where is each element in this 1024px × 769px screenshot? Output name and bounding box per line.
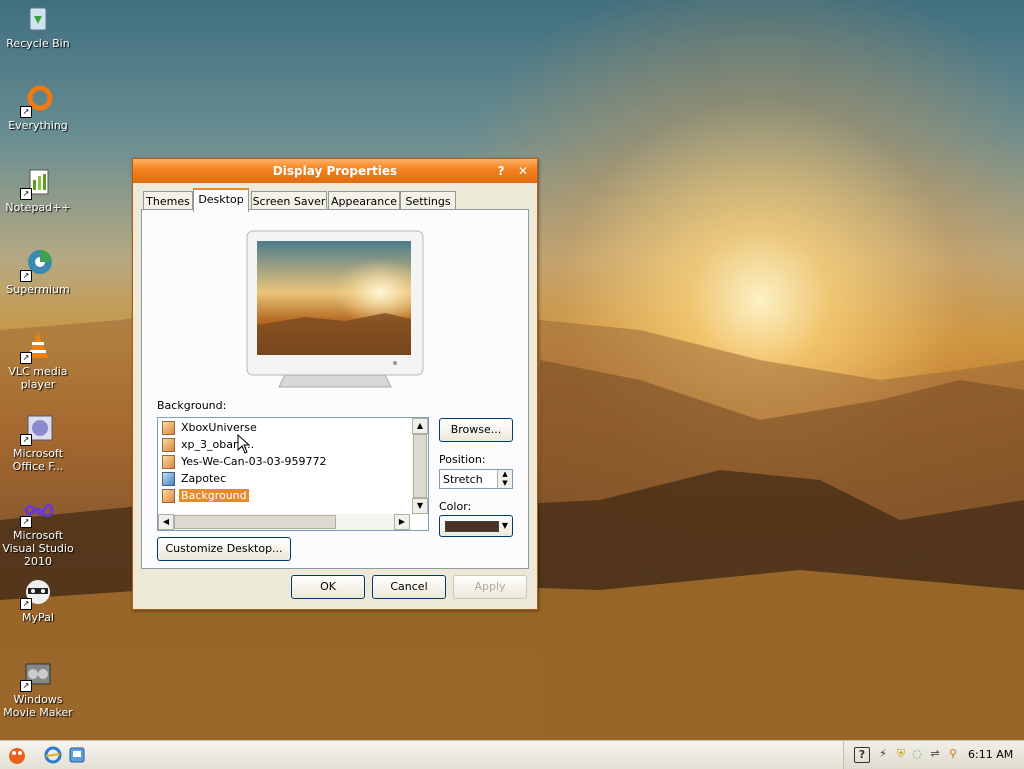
shortcut-arrow-icon: ↗: [20, 680, 32, 692]
mypal-icon: ↗: [20, 576, 54, 610]
list-item[interactable]: Zapotec: [162, 471, 228, 487]
clock[interactable]: 6:11 AM: [968, 748, 1013, 761]
search-icon[interactable]: ⚲: [946, 747, 960, 761]
show-desktop-icon[interactable]: [68, 746, 86, 764]
security-shield-icon[interactable]: ⛨: [894, 747, 908, 761]
visual-studio-icon: ↗: [20, 494, 54, 528]
help-button[interactable]: ?: [493, 163, 509, 179]
start-logo-icon: [9, 748, 25, 764]
usb-icon[interactable]: ⇌: [928, 747, 942, 761]
start-button[interactable]: [6, 744, 28, 766]
chevron-down-icon: ▼: [501, 521, 508, 530]
customize-desktop-button[interactable]: Customize Desktop...: [157, 537, 291, 561]
scrollbar-thumb[interactable]: [174, 515, 336, 529]
desktop-icon-label: Microsoft Office F...: [12, 447, 64, 473]
list-item-selected[interactable]: Background: [162, 488, 249, 504]
position-label: Position:: [439, 453, 486, 466]
close-icon[interactable]: ✕: [515, 163, 531, 179]
scroll-up-icon[interactable]: ▲: [412, 418, 428, 434]
desktop-icon-recycle-bin[interactable]: Recycle Bin: [2, 2, 74, 50]
shortcut-arrow-icon: ↗: [20, 598, 32, 610]
desktop-icon-visual-studio[interactable]: ↗ Microsoft Visual Studio 2010: [2, 494, 74, 568]
vertical-scrollbar[interactable]: ▲ ▼: [412, 418, 428, 514]
desktop-icon-label: Windows Movie Maker: [3, 693, 73, 719]
tab-screen-saver[interactable]: Screen Saver: [251, 191, 327, 211]
desktop-icon-label: VLC media player: [8, 365, 68, 391]
desktop-icon-mypal[interactable]: ↗ MyPal: [2, 576, 74, 624]
monitor-preview: [246, 230, 424, 388]
taskbar: ? ⚡ ⛨ ◌ ⇌ ⚲ 6:11 AM: [0, 740, 1024, 769]
image-file-icon: [162, 421, 175, 435]
image-file-icon: [162, 489, 175, 503]
scrollbar-thumb[interactable]: [413, 434, 427, 498]
scroll-down-icon[interactable]: ▼: [412, 498, 428, 514]
sync-icon[interactable]: ◌: [910, 747, 924, 761]
scroll-right-icon[interactable]: ▶: [394, 514, 410, 530]
display-properties-dialog: Display Properties ? ✕ Themes Desktop Sc…: [132, 158, 538, 610]
office-icon: ↗: [20, 412, 54, 446]
color-swatch: [445, 521, 499, 532]
desktop-icon-movie-maker[interactable]: ↗ Windows Movie Maker: [2, 658, 74, 719]
scroll-left-icon[interactable]: ◀: [158, 514, 174, 530]
supermium-icon: ↗: [20, 248, 54, 282]
ok-button[interactable]: OK: [291, 575, 365, 599]
background-listbox[interactable]: XboxUniverse xp_3_obam... Yes-We-Can-03-…: [157, 417, 429, 531]
tab-appearance[interactable]: Appearance: [328, 191, 400, 211]
shortcut-arrow-icon: ↗: [20, 106, 32, 118]
list-item[interactable]: Yes-We-Can-03-03-959772: [162, 454, 329, 470]
shortcut-arrow-icon: ↗: [20, 434, 32, 446]
desktop-icon-everything[interactable]: ↗ Everything: [2, 84, 74, 132]
browse-button[interactable]: Browse...: [439, 418, 513, 442]
position-value: Stretch: [443, 473, 483, 486]
dialog-titlebar[interactable]: Display Properties ? ✕: [133, 159, 537, 183]
network-icon[interactable]: ⚡: [876, 747, 890, 761]
color-label: Color:: [439, 500, 472, 513]
image-file-icon: [162, 472, 175, 486]
internet-explorer-icon[interactable]: [44, 746, 62, 764]
shortcut-arrow-icon: ↗: [20, 516, 32, 528]
tab-settings[interactable]: Settings: [400, 191, 456, 211]
shortcut-arrow-icon: ↗: [20, 352, 32, 364]
image-file-icon: [162, 455, 175, 469]
position-select[interactable]: Stretch ▲ ▼: [439, 469, 513, 489]
tab-themes[interactable]: Themes: [143, 191, 193, 211]
shortcut-arrow-icon: ↗: [20, 270, 32, 282]
desktop-icon-label: Everything: [8, 119, 68, 132]
shortcut-arrow-icon: ↗: [20, 188, 32, 200]
cancel-button[interactable]: Cancel: [372, 575, 446, 599]
desktop-icon-label: Microsoft Visual Studio 2010: [2, 529, 74, 568]
desktop-icon-office[interactable]: ↗ Microsoft Office F...: [2, 412, 74, 473]
vlc-icon: ↗: [20, 330, 54, 364]
color-picker-button[interactable]: ▼: [439, 515, 513, 537]
image-file-icon: [162, 438, 175, 452]
desktop-icon-label: Supermium: [6, 283, 70, 296]
recycle-bin-icon: [22, 2, 54, 34]
system-tray: ? ⚡ ⛨ ◌ ⇌ ⚲ 6:11 AM: [843, 741, 1024, 769]
desktop-icon-notepad-plus-plus[interactable]: ↗ Notepad++: [2, 166, 74, 214]
desktop-icon-vlc[interactable]: ↗ VLC media player: [2, 330, 74, 391]
desktop-icon-label: MyPal: [22, 611, 54, 624]
tab-desktop[interactable]: Desktop: [193, 188, 249, 212]
help-icon[interactable]: ?: [854, 747, 870, 763]
notepad-plus-plus-icon: ↗: [20, 166, 54, 200]
spinner-icon[interactable]: ▲ ▼: [497, 470, 512, 488]
mouse-cursor-icon: [237, 434, 251, 454]
movie-maker-icon: ↗: [20, 658, 54, 692]
desktop-icon-label: Notepad++: [5, 201, 71, 214]
desktop-icon-label: Recycle Bin: [6, 37, 70, 50]
horizontal-scrollbar[interactable]: ◀ ▶: [158, 514, 410, 530]
everything-icon: ↗: [20, 84, 54, 118]
apply-button: Apply: [453, 575, 527, 599]
desktop-icon-supermium[interactable]: ↗ Supermium: [2, 248, 74, 296]
background-label: Background:: [157, 399, 227, 412]
dialog-title: Display Properties: [272, 164, 398, 178]
